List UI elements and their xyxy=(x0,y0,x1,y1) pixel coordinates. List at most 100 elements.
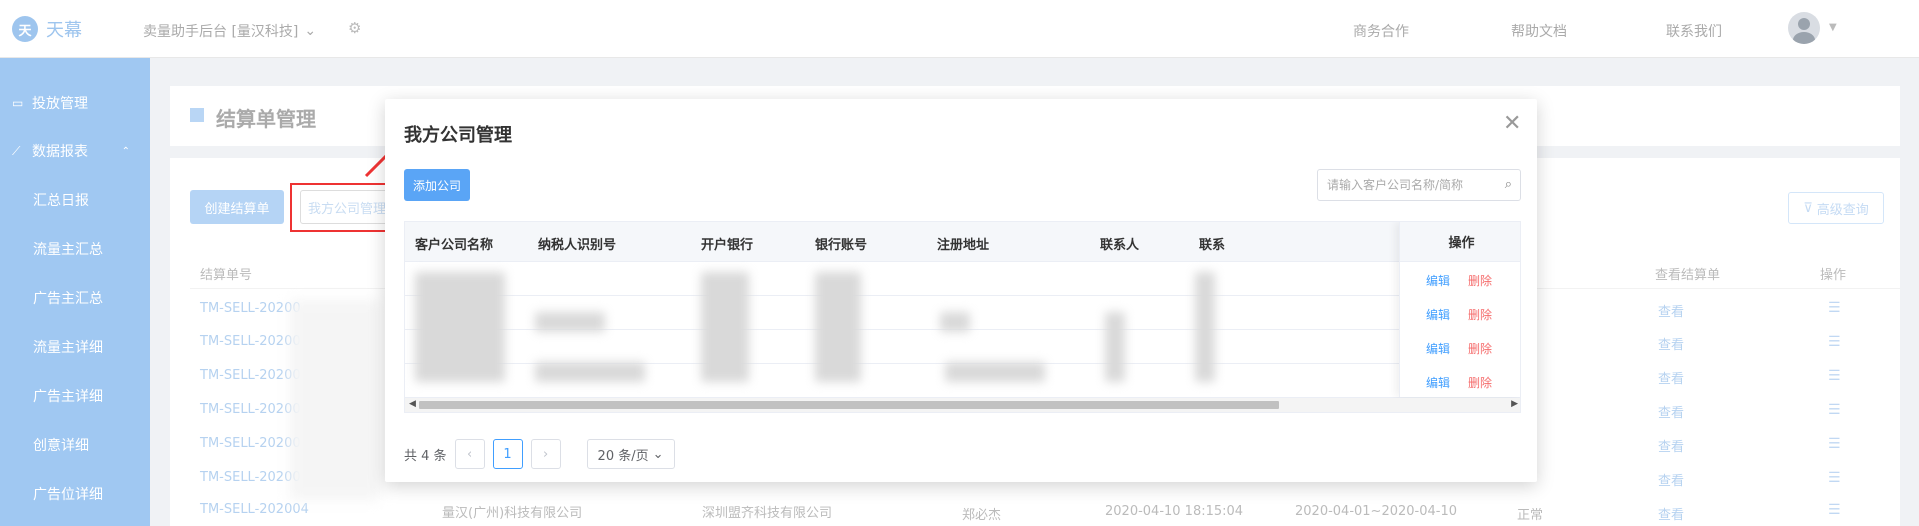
scroll-right-icon[interactable]: ▶ xyxy=(1511,399,1518,409)
list-icon[interactable]: ☰ xyxy=(1828,436,1841,452)
edit-link[interactable]: 编辑 xyxy=(1426,374,1450,391)
sidebar-item-label: 广告位详细 xyxy=(33,487,103,503)
column-header-actions: 操作 xyxy=(1400,222,1520,262)
column-header: 银行账号 xyxy=(815,238,868,253)
list-icon[interactable]: ☰ xyxy=(1828,502,1841,518)
sidebar-item-publisher-summary[interactable]: 流量主汇总 xyxy=(0,227,150,271)
gear-icon[interactable]: ⚙ xyxy=(348,20,364,36)
redacted-cell xyxy=(535,362,645,382)
sidebar-item-label: 创意详细 xyxy=(33,438,89,454)
avatar[interactable] xyxy=(1788,12,1820,44)
prev-page-button[interactable]: ‹ xyxy=(454,439,485,469)
sidebar-item-daily-summary[interactable]: 汇总日报 xyxy=(0,178,150,222)
redacted-cell xyxy=(701,272,749,382)
close-icon[interactable]: ✕ xyxy=(1503,113,1521,135)
time-cell: 2020-04-10 18:15:04 xyxy=(1105,504,1244,519)
settlement-id-link[interactable]: TM-SELL-20200 xyxy=(200,470,301,485)
view-link[interactable]: 查看 xyxy=(1658,301,1684,320)
redacted-cell xyxy=(1105,312,1125,382)
view-link[interactable]: 查看 xyxy=(1658,470,1684,489)
person-cell: 郑必杰 xyxy=(962,508,1002,523)
settlement-id-link[interactable]: TM-SELL-20200 xyxy=(200,334,301,349)
workspace-selector[interactable]: 卖量助手后台 [量汉科技] ⌄ xyxy=(143,21,316,41)
delete-link[interactable]: 删除 xyxy=(1468,272,1492,289)
view-link[interactable]: 查看 xyxy=(1658,436,1684,455)
delete-link[interactable]: 删除 xyxy=(1468,374,1492,391)
list-icon[interactable]: ☰ xyxy=(1828,334,1841,350)
column-header: 客户公司名称 xyxy=(415,238,494,253)
redacted-area xyxy=(290,300,380,500)
company-table: 客户公司名称 纳税人识别号 开户银行 银行账号 注册地址 联系人 联系 操作 编… xyxy=(404,221,1521,413)
settlement-id-link[interactable]: TM-SELL-20200 xyxy=(200,402,301,417)
edit-link[interactable]: 编辑 xyxy=(1426,340,1450,357)
page-title: 结算单管理 xyxy=(216,107,316,131)
page-number-button[interactable]: 1 xyxy=(492,439,523,469)
list-icon[interactable]: ☰ xyxy=(1828,470,1841,486)
column-header-settlement-id: 结算单号 xyxy=(200,268,253,283)
column-header-view: 查看结算单 xyxy=(1655,268,1721,283)
sidebar-item-label: 汇总日报 xyxy=(33,193,89,209)
add-company-button[interactable]: 添加公司 xyxy=(404,169,470,201)
column-header-actions: 操作 xyxy=(1820,268,1847,283)
list-icon[interactable]: ☰ xyxy=(1828,368,1841,384)
redacted-cell xyxy=(1195,272,1215,382)
column-header: 注册地址 xyxy=(937,238,990,253)
advanced-query-button[interactable]: ⊽ 高级查询 xyxy=(1788,192,1884,224)
scrollbar-thumb[interactable] xyxy=(419,401,1279,409)
next-page-button[interactable]: › xyxy=(530,439,561,469)
partner-cell: 深圳盟齐科技有限公司 xyxy=(702,506,833,521)
view-link[interactable]: 查看 xyxy=(1658,334,1684,353)
view-link[interactable]: 查看 xyxy=(1658,368,1684,387)
company-management-dialog: 我方公司管理 ✕ 添加公司 ⌕ 客户公司名称 纳税人识别号 开户银行 银行账号 … xyxy=(385,99,1537,482)
sidebar-item-label: 数据报表 xyxy=(32,144,88,160)
caret-down-icon[interactable]: ▼ xyxy=(1829,22,1837,33)
sidebar-item-creative-detail[interactable]: 创意详细 xyxy=(0,423,150,467)
column-header: 联系人 xyxy=(1100,238,1140,253)
horizontal-scrollbar[interactable]: ◀ ▶ xyxy=(405,398,1520,412)
sidebar-item-advertiser-detail[interactable]: 广告主详细 xyxy=(0,374,150,418)
sidebar-item-publisher-detail[interactable]: 流量主详细 xyxy=(0,325,150,369)
view-link[interactable]: 查看 xyxy=(1658,402,1684,421)
app-logo[interactable]: 天 天幕 xyxy=(12,16,82,42)
sidebar-item-label: 投放管理 xyxy=(32,96,88,112)
company-cell: 量汉(广州)科技有限公司 xyxy=(442,506,583,521)
company-search-input[interactable] xyxy=(1327,178,1495,192)
logo-icon: 天 xyxy=(12,16,38,42)
company-search-box: ⌕ xyxy=(1317,169,1521,201)
edit-link[interactable]: 编辑 xyxy=(1426,306,1450,323)
link-help[interactable]: 帮助文档 xyxy=(1511,21,1567,41)
column-header: 开户银行 xyxy=(701,238,754,253)
sidebar-item-label: 流量主详细 xyxy=(33,340,103,356)
pagination: 共 4 条 ‹ 1 › 20 条/页 ⌄ xyxy=(404,439,675,469)
table-row xyxy=(405,330,1520,364)
settlement-id-link[interactable]: TM-SELL-20200 xyxy=(200,301,301,316)
scroll-left-icon[interactable]: ◀ xyxy=(409,399,416,409)
sidebar-item-advertiser-summary[interactable]: 广告主汇总 xyxy=(0,276,150,320)
sidebar-item-ad-delivery[interactable]: ▭ 投放管理 xyxy=(0,81,150,125)
search-icon[interactable]: ⌕ xyxy=(1505,177,1512,192)
title-marker xyxy=(190,108,204,122)
settlement-id-link[interactable]: TM-SELL-20200 xyxy=(200,368,301,383)
view-link[interactable]: 查看 xyxy=(1658,504,1684,523)
chevron-up-icon: ⌃ xyxy=(121,145,130,157)
settlement-id-link[interactable]: TM-SELL-202004 xyxy=(200,502,309,517)
link-contact[interactable]: 联系我们 xyxy=(1666,21,1722,41)
redacted-cell xyxy=(945,362,1045,382)
delete-link[interactable]: 删除 xyxy=(1468,340,1492,357)
redacted-cell xyxy=(535,312,605,332)
edit-link[interactable]: 编辑 xyxy=(1426,272,1450,289)
create-settlement-button[interactable]: 创建结算单 xyxy=(190,190,284,224)
chart-icon: ⟋ xyxy=(12,143,21,158)
link-business[interactable]: 商务合作 xyxy=(1353,21,1409,41)
list-icon[interactable]: ☰ xyxy=(1828,300,1841,316)
settlement-id-link[interactable]: TM-SELL-20200 xyxy=(200,436,301,451)
status-cell: 正常 xyxy=(1517,508,1544,523)
dialog-title: 我方公司管理 xyxy=(404,125,512,146)
page-size-select[interactable]: 20 条/页 ⌄ xyxy=(586,439,675,469)
table-row xyxy=(405,262,1520,296)
redacted-cell xyxy=(815,272,861,382)
delete-link[interactable]: 删除 xyxy=(1468,306,1492,323)
sidebar-item-reports[interactable]: ⟋ 数据报表 ⌃ xyxy=(0,129,150,173)
list-icon[interactable]: ☰ xyxy=(1828,402,1841,418)
sidebar-item-slot-detail[interactable]: 广告位详细 xyxy=(0,472,150,516)
